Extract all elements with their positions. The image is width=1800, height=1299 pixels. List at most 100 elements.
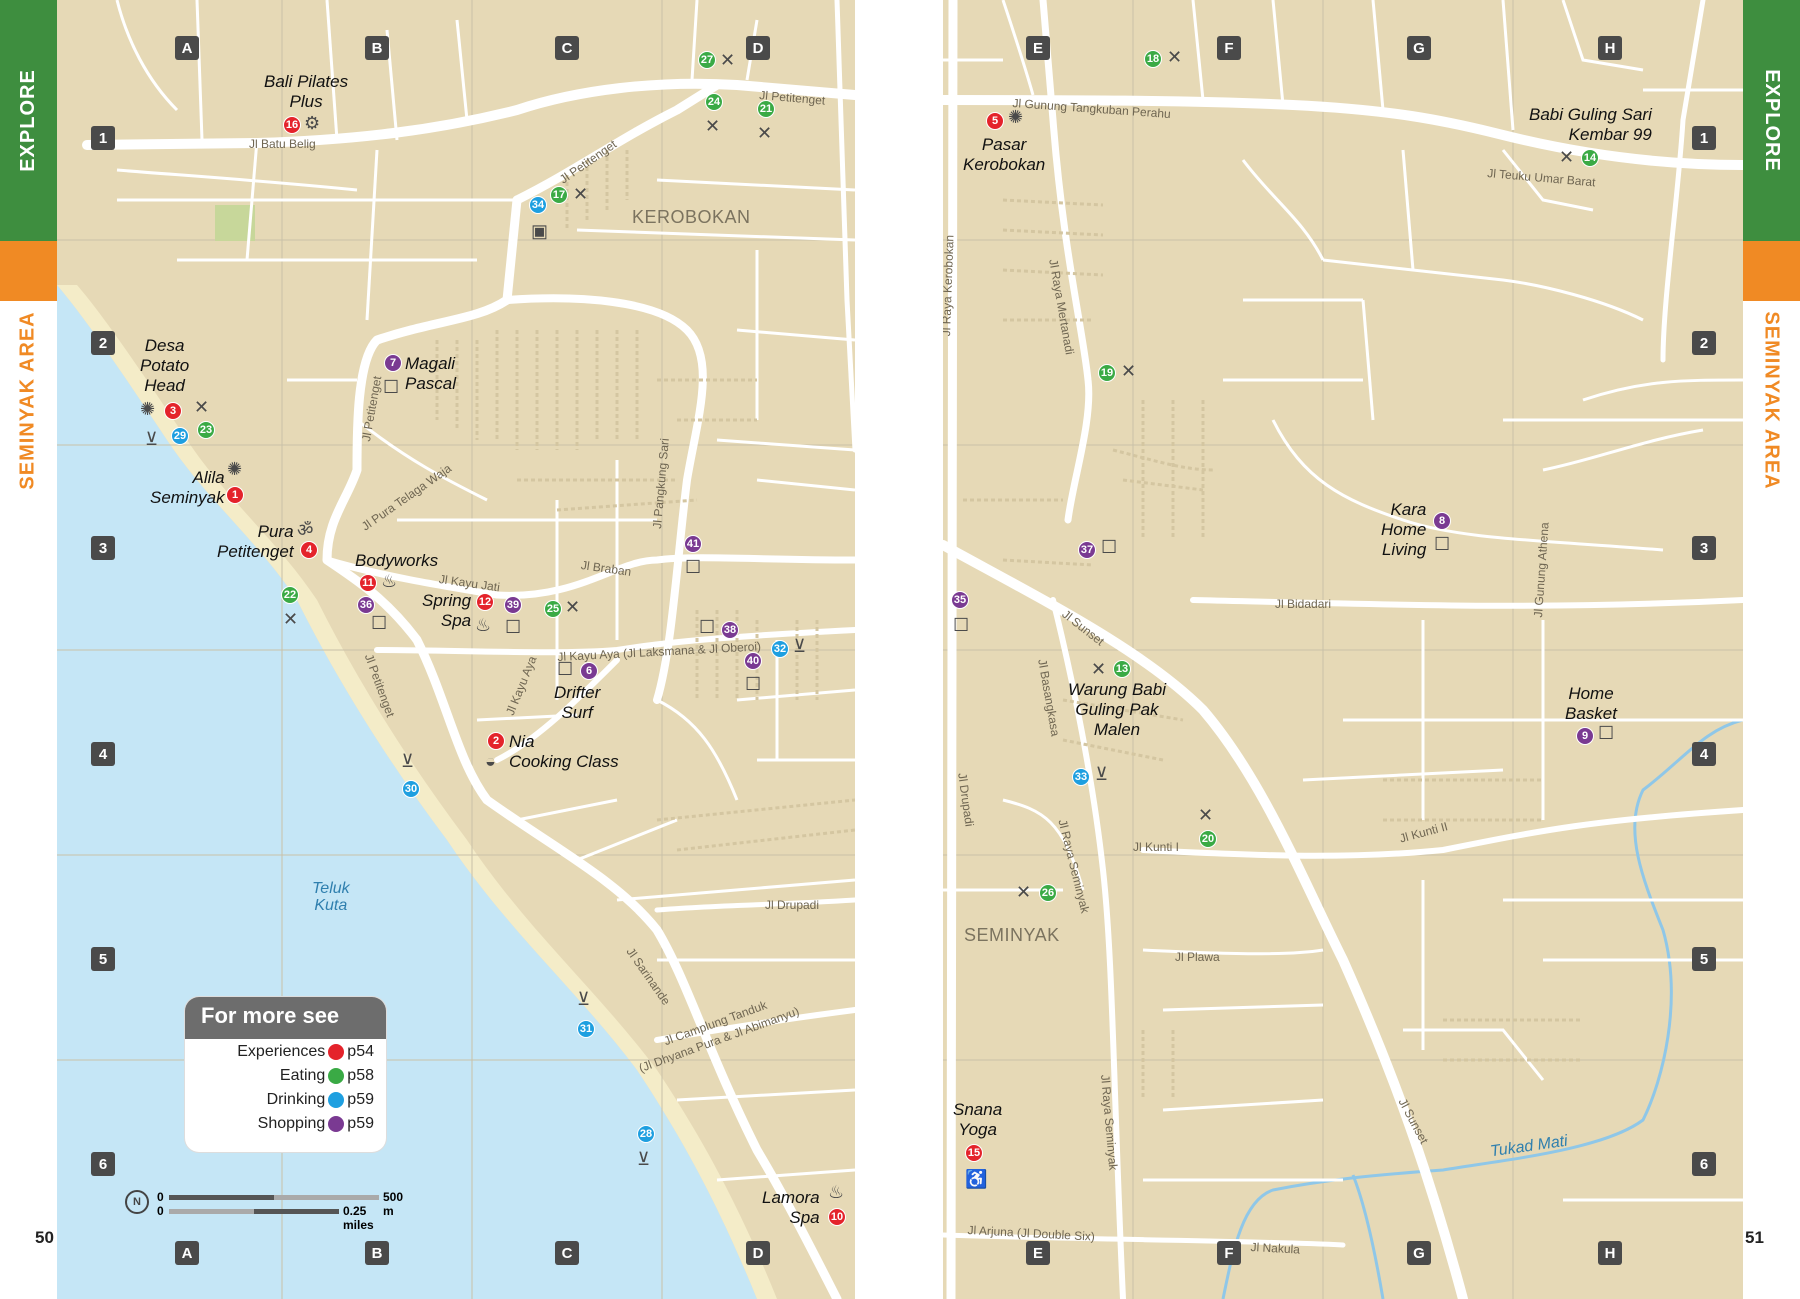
poi-7[interactable]: 7 xyxy=(384,354,402,372)
poi-12[interactable]: 12 xyxy=(476,593,494,611)
label-babi-guling-sari: Babi Guling Sari Kembar 99 xyxy=(1529,105,1652,144)
poi-24[interactable]: 24 xyxy=(705,93,723,111)
poi-26[interactable]: 26 xyxy=(1039,884,1057,902)
poi-34[interactable]: 34 xyxy=(529,196,547,214)
spa-icon-12: ♨ xyxy=(475,615,492,635)
orange-tab-left xyxy=(0,241,57,301)
poi-35[interactable]: 35 xyxy=(951,591,969,609)
drink-icon-30: ⊻ xyxy=(401,751,415,771)
explore-tab-right: EXPLORE xyxy=(1743,0,1800,241)
poi-9[interactable]: 9 xyxy=(1576,727,1594,745)
poi-23[interactable]: 23 xyxy=(197,421,215,439)
label-home-basket: Home Basket xyxy=(1565,684,1617,723)
grid-row-1-right: 1 xyxy=(1692,126,1716,150)
label-bodyworks: Bodyworks xyxy=(355,551,439,570)
scale-zero-km: 0 xyxy=(157,1190,164,1204)
map-left[interactable]: A B C D A B C D 1 2 3 4 5 6 KEROBOKAN Te… xyxy=(57,0,855,1299)
poi-28[interactable]: 28 xyxy=(637,1125,655,1143)
street-jl-plawa: Jl Plawa xyxy=(1175,950,1220,964)
eat-icon-22: ✕ xyxy=(283,609,299,629)
legend-title: For more see xyxy=(185,997,386,1039)
shop-icon-36: ☐ xyxy=(371,613,388,633)
grid-row-4-left: 4 xyxy=(91,742,115,766)
poi-11[interactable]: 11 xyxy=(359,574,377,592)
street-jl-kunti-1: Jl Kunti I xyxy=(1133,840,1180,854)
grid-col-e-bottom: E xyxy=(1026,1241,1050,1265)
drink-icon-32: ⊻ xyxy=(793,636,807,656)
label-snana-yoga: Snana Yoga xyxy=(953,1100,1003,1139)
label-kara-home-living: Kara Home Living xyxy=(1381,500,1427,559)
map-right-canvas xyxy=(943,0,1743,1299)
eat-icon-17: ✕ xyxy=(573,184,589,204)
legend-row-shopping: Shopping p59 xyxy=(257,1115,374,1132)
poi-8[interactable]: 8 xyxy=(1433,512,1451,530)
grid-row-5-right: 5 xyxy=(1692,947,1716,971)
poi-39[interactable]: 39 xyxy=(504,596,522,614)
poi-14[interactable]: 14 xyxy=(1581,149,1599,167)
shop-icon-35: ☐ xyxy=(953,615,970,635)
legend-row-drinking: Drinking p59 xyxy=(266,1091,374,1108)
poi-13[interactable]: 13 xyxy=(1113,660,1131,678)
drink-icon-33: ⊻ xyxy=(1095,764,1109,784)
label-pasar-kerobokan: Pasar Kerobokan xyxy=(963,135,1046,174)
poi-3[interactable]: 3 xyxy=(164,402,182,420)
grid-col-b-bottom: B xyxy=(365,1241,389,1265)
poi-17[interactable]: 17 xyxy=(550,186,568,204)
street-jl-batu-belig: Jl Batu Belig xyxy=(249,137,316,151)
poi-36[interactable]: 36 xyxy=(357,596,375,614)
poi-4[interactable]: 4 xyxy=(300,541,318,559)
poi-18[interactable]: 18 xyxy=(1144,50,1162,68)
grid-row-1-left: 1 xyxy=(91,126,115,150)
poi-5[interactable]: 5 xyxy=(986,112,1004,130)
scale-zero-miles: 0 xyxy=(157,1204,164,1218)
grid-col-g-top: G xyxy=(1407,36,1431,60)
poi-25[interactable]: 25 xyxy=(544,600,562,618)
scale-bar-miles xyxy=(169,1209,339,1214)
experience-icon-5: ✺ xyxy=(1008,107,1024,127)
shop-icon-38: ☐ xyxy=(699,617,716,637)
grid-row-2-left: 2 xyxy=(91,331,115,355)
poi-27[interactable]: 27 xyxy=(698,51,716,69)
poi-41[interactable]: 41 xyxy=(684,535,702,553)
poi-10[interactable]: 10 xyxy=(828,1208,846,1226)
poi-19[interactable]: 19 xyxy=(1098,364,1116,382)
eat-icon-25: ✕ xyxy=(565,597,581,617)
experience-icon-3: ✺ xyxy=(140,399,156,419)
label-desa-potato-head: Desa Potato Head xyxy=(140,336,190,395)
poi-20[interactable]: 20 xyxy=(1199,830,1217,848)
poi-15[interactable]: 15 xyxy=(965,1144,983,1162)
grid-row-4-right: 4 xyxy=(1692,742,1716,766)
label-spring-spa: Spring Spa xyxy=(422,591,472,630)
grid-col-c-bottom: C xyxy=(555,1241,579,1265)
shop-icon-37: ☐ xyxy=(1101,537,1118,557)
river-tukad-mati xyxy=(1221,718,1743,1299)
poi-40[interactable]: 40 xyxy=(744,652,762,670)
legend-box: For more see Experiences p54 Eating p58 Dr… xyxy=(185,997,386,1152)
grid-row-6-left: 6 xyxy=(91,1152,115,1176)
grid-col-e-top: E xyxy=(1026,36,1050,60)
poi-21[interactable]: 21 xyxy=(757,100,775,118)
poi-2[interactable]: 2 xyxy=(487,732,505,750)
label-nia-cooking-class: Nia Cooking Class xyxy=(509,732,619,771)
legend-row-experiences: Experiences p54 xyxy=(237,1043,374,1060)
poi-37[interactable]: 37 xyxy=(1078,541,1096,559)
poi-32[interactable]: 32 xyxy=(771,640,789,658)
poi-22[interactable]: 22 xyxy=(281,586,299,604)
page-number-right: 51 xyxy=(1745,1228,1764,1247)
poi-29[interactable]: 29 xyxy=(171,427,189,445)
poi-33[interactable]: 33 xyxy=(1072,768,1090,786)
poi-30[interactable]: 30 xyxy=(402,780,420,798)
scale-km-label: 500 m xyxy=(383,1190,404,1218)
drink-icon-28: ⊻ xyxy=(637,1149,651,1169)
poi-6[interactable]: 6 xyxy=(580,662,598,680)
poi-16[interactable]: 16 xyxy=(283,116,301,134)
label-pura-petitenget: Pura Petitenget xyxy=(217,522,294,561)
map-right[interactable]: E F G H E F G H 1 2 3 4 5 6 SEMINYAK Tuk… xyxy=(943,0,1743,1299)
water-teluk-kuta: Teluk Kuta xyxy=(312,880,350,914)
poi-1[interactable]: 1 xyxy=(226,486,244,504)
eat-icon-27: ✕ xyxy=(720,50,736,70)
poi-38[interactable]: 38 xyxy=(721,621,739,639)
poi-31[interactable]: 31 xyxy=(577,1020,595,1038)
yoga-icon: ♿ xyxy=(965,1169,988,1189)
grid-row-3-right: 3 xyxy=(1692,536,1716,560)
